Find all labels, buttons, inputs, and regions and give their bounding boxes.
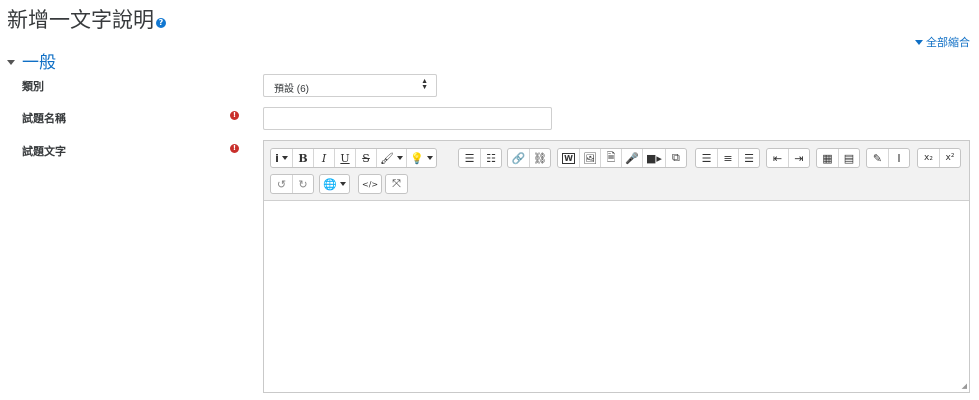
superscript-button[interactable]: x² (939, 149, 960, 167)
strikethrough-button[interactable]: S (355, 149, 376, 167)
select-arrows-icon: ▲ ▼ (421, 78, 428, 91)
question-text-editor: i B I U S 🖌 💡 ☰ ☷ 🔗 ⛓ W 🖼 🗎 🎤 ■▸ ⧉ ☰ ≡ ☰ (263, 140, 970, 393)
media-button[interactable]: 🗎 (600, 149, 621, 167)
undo-icon: ↺ (276, 177, 287, 191)
background-color-button[interactable]: 💡 (405, 149, 436, 167)
file-icon: 🗎 (606, 150, 616, 164)
unordered-list-button[interactable]: ☰ (459, 149, 480, 167)
files-icon: ⧉ (671, 151, 680, 164)
align-right-button[interactable]: ☰ (738, 149, 759, 167)
resize-handle-icon[interactable]: ◢ (962, 382, 967, 390)
clear-formatting-button[interactable]: ✎ (867, 149, 888, 167)
align-left-button[interactable]: ☰ (696, 149, 717, 167)
special-character-button[interactable]: Ⅰ (888, 149, 909, 167)
code-icon: </> (362, 179, 379, 189)
calculator-icon: ▤ (843, 151, 855, 165)
question-text-label: 試題文字 (22, 146, 66, 158)
table-button[interactable]: ▦ (817, 149, 838, 167)
globe-icon: 🌐 (323, 177, 337, 191)
editor-content-area[interactable] (264, 201, 969, 392)
link-icon: 🔗 (511, 151, 526, 165)
undo-button[interactable]: ↺ (271, 175, 292, 193)
equation-button[interactable]: ▤ (838, 149, 859, 167)
brush-icon: 🖌 (380, 151, 394, 165)
page-title: 新增一文字說明? (7, 4, 166, 34)
caret-down-icon (915, 40, 923, 45)
align-left-icon: ☰ (701, 151, 712, 165)
bullet-list-icon: ☰ (464, 151, 475, 165)
paragraph-style-button[interactable]: i (271, 149, 292, 167)
redo-button[interactable]: ↻ (292, 175, 313, 193)
record-video-button[interactable]: ■▸ (642, 149, 665, 167)
image-button[interactable]: 🖼 (579, 149, 600, 167)
word-icon: W (562, 152, 575, 164)
video-camera-icon: ■▸ (646, 151, 662, 165)
align-center-icon: ≡ (723, 151, 733, 165)
edit-icon: ✎ (872, 151, 883, 165)
redo-icon: ↻ (298, 177, 308, 191)
collapse-all-link[interactable]: 全部縮合 (915, 34, 970, 50)
indent-icon: ⇥ (794, 151, 804, 165)
language-button[interactable]: 🌐 (320, 175, 349, 193)
bold-button[interactable]: B (292, 149, 313, 167)
question-name-label: 試題名稱 (22, 113, 66, 125)
align-center-button[interactable]: ≡ (717, 149, 738, 167)
table-icon: ▦ (822, 151, 833, 165)
indent-button[interactable]: ⇥ (788, 149, 809, 167)
numbered-list-icon: ☷ (486, 151, 496, 165)
html-source-button[interactable]: </> (359, 175, 381, 193)
italic-button[interactable]: I (313, 149, 334, 167)
image-icon: 🖼 (583, 151, 597, 165)
text-cursor-icon: Ⅰ (897, 151, 901, 165)
lightbulb-icon: 💡 (409, 151, 424, 165)
ordered-list-button[interactable]: ☷ (480, 149, 501, 167)
record-audio-button[interactable]: 🎤 (621, 149, 642, 167)
microphone-icon: 🎤 (625, 151, 639, 165)
underline-button[interactable]: U (334, 149, 355, 167)
required-icon: ! (230, 111, 239, 120)
subscript-button[interactable]: x₂ (918, 149, 939, 167)
manage-files-button[interactable]: ⧉ (664, 149, 686, 167)
outdent-button[interactable]: ⇤ (767, 149, 788, 167)
outdent-icon: ⇤ (772, 151, 783, 165)
unlink-icon: ⛓ (533, 151, 547, 165)
category-select[interactable]: 預設 (6) ▲ ▼ (263, 74, 437, 97)
caret-icon (281, 156, 288, 160)
link-button[interactable]: 🔗 (508, 149, 529, 167)
fullscreen-button[interactable]: ⤧ (386, 175, 407, 193)
required-icon: ! (230, 144, 239, 153)
question-name-input[interactable] (263, 107, 552, 130)
editor-toolbar: i B I U S 🖌 💡 ☰ ☷ 🔗 ⛓ W 🖼 🗎 🎤 ■▸ ⧉ ☰ ≡ ☰ (264, 141, 969, 201)
help-icon[interactable]: ? (156, 18, 166, 28)
category-label: 類別 (22, 81, 44, 93)
font-color-button[interactable]: 🖌 (376, 149, 406, 167)
unlink-button[interactable]: ⛓ (529, 149, 550, 167)
word-import-button[interactable]: W (558, 149, 579, 167)
caret-down-icon (7, 60, 15, 65)
section-general-toggle[interactable]: 一般 (7, 48, 56, 73)
expand-icon: ⤧ (392, 177, 401, 190)
align-right-icon: ☰ (744, 151, 754, 165)
